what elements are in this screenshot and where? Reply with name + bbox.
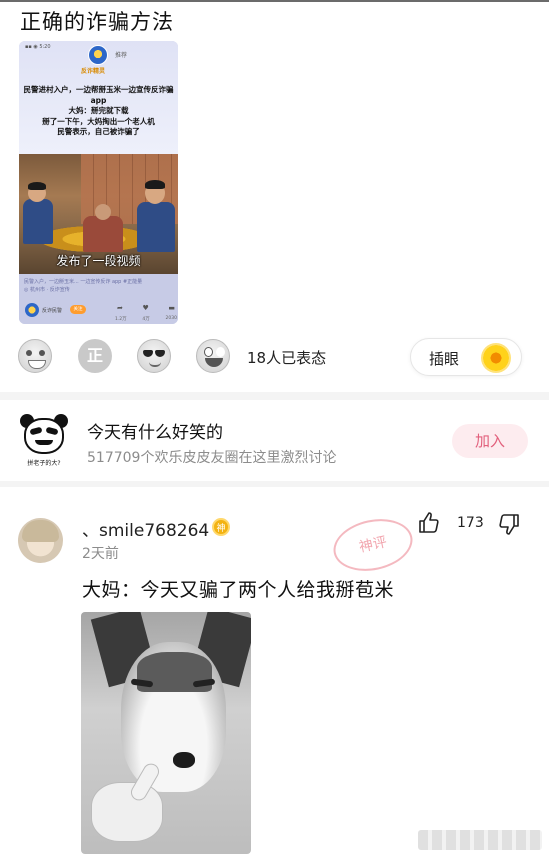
video-card[interactable]: ▪▪ ◉ 5:20 反诈精灵 推荐 民警进村入户，一边帮掰玉米一边宣传反诈骗ap… <box>19 41 178 324</box>
top-divider <box>0 0 549 2</box>
video-caption: 发布了一段视频 <box>56 254 141 268</box>
video-status-bar: ▪▪ ◉ 5:20 <box>25 44 51 50</box>
section-divider <box>0 481 549 487</box>
shocked-emoji-icon[interactable] <box>196 339 230 373</box>
comment-time: 2天前 <box>82 546 119 562</box>
video-header: ▪▪ ◉ 5:20 反诈精灵 推荐 民警进村入户，一边帮掰玉米一边宣传反诈骗ap… <box>19 41 178 154</box>
join-button[interactable]: 加入 <box>452 424 528 458</box>
video-overlay-text: 民警进村入户，一边帮掰玉米一边宣传反诈骗app 大妈：掰完就下载 掰了一下午，大… <box>23 85 174 136</box>
comment-like-count: 173 <box>457 515 484 531</box>
bookmark-label: 插眼 <box>429 350 460 368</box>
reaction-count: 18人已表态 <box>247 349 327 367</box>
comment-count: 2030 <box>165 316 177 321</box>
author-avatar <box>25 303 39 317</box>
post-title: 正确的诈骗方法 <box>20 10 174 34</box>
watermark <box>418 830 542 850</box>
circle-name[interactable]: 今天有什么好笑的 <box>87 418 223 443</box>
brand-logo-icon <box>88 45 108 65</box>
follow-button[interactable]: 关注 <box>70 305 86 314</box>
circle-stats: 517709个欢乐皮皮友圈在这里激烈讨论 <box>87 450 337 466</box>
video-stats: 1.2万 4万 2030 <box>115 316 177 322</box>
comment-icon[interactable]: ▬ <box>168 304 175 312</box>
video-location: ◎ 杭州市 · 反诈宣传 <box>24 287 70 293</box>
police-officer-left <box>23 199 53 244</box>
video-author: 反诈民警 <box>42 308 63 314</box>
video-desc: 民警入户，一边掰玉米... 一边宣传反诈 app #正能量 <box>24 279 143 285</box>
comment-text: 大妈：今天又骗了两个人给我掰苞米 <box>82 579 395 601</box>
commenter-username[interactable]: 、smile768264 <box>82 516 209 541</box>
share-icon[interactable]: ➦ <box>117 304 123 312</box>
sunglasses-emoji-icon[interactable] <box>137 339 171 373</box>
post-page: 正确的诈骗方法 ▪▪ ◉ 5:20 反诈精灵 推荐 民警进村入户，一边帮掰玉米一… <box>0 0 549 859</box>
commenter-avatar[interactable] <box>18 518 63 563</box>
video-actions: ➦ ♥ ▬ <box>117 304 175 312</box>
video-channel: 推荐 <box>115 52 128 59</box>
zheng-badge-icon[interactable]: 正 <box>78 339 112 373</box>
user-badge-icon: 神 <box>212 518 230 536</box>
avatar-tag: 拼老子的大? <box>27 460 61 467</box>
heart-icon[interactable]: ♥ <box>142 304 148 312</box>
bookmark-button[interactable]: 插眼 <box>410 338 522 376</box>
sunflower-icon <box>481 343 511 373</box>
thumbs-up-icon[interactable] <box>417 511 441 535</box>
like-count: 4万 <box>142 317 150 322</box>
laugh-emoji-icon[interactable] <box>18 339 52 373</box>
police-officer-right <box>137 202 175 252</box>
god-comment-stamp: 神评 <box>328 512 418 578</box>
thumbs-down-icon[interactable] <box>497 512 521 536</box>
share-count: 1.2万 <box>115 317 127 322</box>
husky-meme-image[interactable] <box>81 612 251 854</box>
old-woman <box>83 216 123 252</box>
video-brand: 反诈精灵 <box>81 68 106 75</box>
circle-avatar[interactable]: 拼老子的大? <box>18 414 70 467</box>
section-divider <box>0 392 549 400</box>
video-info: 民警入户，一边掰玉米... 一边宣传反诈 app #正能量 ◎ 杭州市 · 反诈… <box>19 274 178 324</box>
